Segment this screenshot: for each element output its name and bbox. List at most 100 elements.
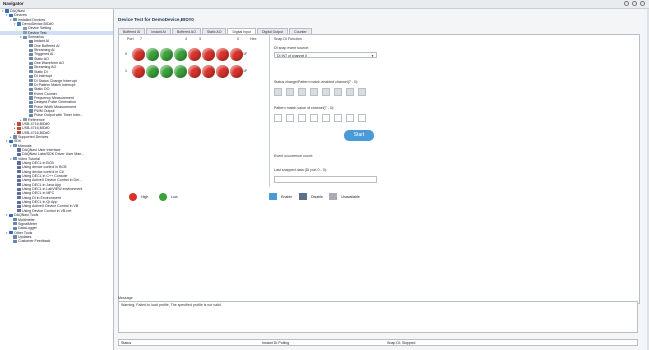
maximize-icon[interactable]	[632, 1, 637, 6]
tree-node-icon	[29, 91, 33, 96]
legend-enable-label: Enable	[281, 194, 293, 199]
tree-node-icon	[13, 18, 17, 22]
tree-node-icon	[29, 57, 33, 61]
led-indicator	[230, 48, 243, 61]
status-mode: Instant DI Polling	[262, 341, 290, 345]
channel-toggle[interactable]	[274, 114, 282, 122]
status-snap: Snap DI: Stopped	[387, 341, 416, 345]
led-indicator	[146, 65, 159, 78]
navigator-tree[interactable]: ▾ DAQNavi ▾ Devices ▾ Installed Devices ▾ DemoD…	[0, 9, 114, 350]
channel-toggle[interactable]	[310, 114, 318, 122]
channel-toggle[interactable]	[322, 88, 330, 96]
channel-toggle[interactable]	[322, 114, 330, 122]
snap-group-label: Snap DI Function	[274, 37, 302, 41]
tree-node-icon	[17, 126, 21, 130]
channel-toggle[interactable]	[334, 88, 342, 96]
channel-toggle[interactable]	[358, 88, 366, 96]
channel-toggle[interactable]	[310, 88, 318, 96]
tree-item[interactable]: Customer Feedback	[0, 239, 113, 243]
tree-node-icon	[23, 118, 27, 122]
tree-node-icon	[13, 157, 17, 161]
legend-unavailable: Unavailable	[329, 193, 379, 201]
change-channels-label: Status change/Pattern match enabled chan…	[274, 80, 359, 84]
channel-toggle[interactable]	[298, 114, 306, 122]
tree-node-icon	[9, 139, 13, 143]
tree-node-icon	[13, 235, 17, 239]
tree-node-icon	[13, 239, 17, 243]
tree-node-icon	[29, 48, 33, 52]
tree-node-icon	[9, 230, 13, 235]
window-title: Navigator	[3, 1, 24, 6]
port-row: 1 1F	[125, 64, 265, 80]
channel-toggle[interactable]	[298, 88, 306, 96]
main-content: Device Test for DemoDevice,BID#0 Buffere…	[114, 9, 647, 350]
tree-node-icon	[13, 222, 17, 226]
close-icon[interactable]	[640, 1, 645, 6]
low-led-icon	[159, 193, 167, 201]
port-number: 0	[125, 52, 127, 56]
last-snapped-field[interactable]	[274, 176, 377, 183]
led-indicator	[230, 65, 243, 78]
tree-node-icon	[9, 13, 13, 17]
tree-node-icon	[29, 83, 33, 87]
tree-node-icon	[23, 26, 27, 31]
last-snapped-label: Last snapped data (DI port 0 - 0):	[274, 168, 327, 172]
port-number: 1	[125, 69, 127, 73]
tree-node-icon	[29, 113, 33, 117]
led-indicator	[216, 65, 229, 78]
tree-node-icon	[17, 161, 21, 165]
message-box[interactable]: Warning: Failed to load profile, The spe…	[118, 301, 638, 333]
tree-node-icon	[17, 174, 21, 178]
tree-node-icon	[29, 65, 33, 70]
tree-node-icon	[23, 31, 27, 35]
port-hex-value: 1F	[243, 52, 248, 56]
tree-node-icon	[29, 100, 33, 104]
tree-item-label: Customer Feedback	[17, 239, 51, 244]
bit3-header: 3	[199, 37, 201, 41]
tree-node-icon	[17, 183, 21, 187]
page-title: Device Test for DemoDevice,BID#0	[118, 17, 194, 22]
led-indicator	[202, 65, 215, 78]
tree-node-icon	[17, 122, 21, 126]
channel-toggle[interactable]	[286, 88, 294, 96]
tree-node-icon	[29, 105, 33, 109]
tree-node-icon	[17, 196, 21, 200]
tree-node-icon	[9, 213, 13, 217]
tree-node-icon	[17, 178, 21, 183]
tree-node-icon	[13, 217, 17, 222]
led-indicator	[202, 48, 215, 61]
tree-node-icon	[29, 52, 33, 57]
channel-toggle[interactable]	[334, 114, 342, 122]
unavailable-icon	[329, 193, 337, 200]
channel-toggle[interactable]	[286, 114, 294, 122]
tree-node-icon	[17, 131, 21, 135]
pattern-value-label: Pattern match value of channel(7 - 0):	[274, 106, 335, 110]
channel-toggle[interactable]	[346, 114, 354, 122]
legend-low: Low	[159, 193, 199, 201]
channel-toggle[interactable]	[358, 114, 366, 122]
tree-node-icon	[17, 200, 21, 204]
snap-source-select[interactable]: DI INT of channel 0 ▼	[274, 52, 377, 58]
snap-source-value: DI INT of channel 0	[277, 54, 308, 58]
tree-node-icon	[13, 144, 17, 148]
snap-di-panel: Snap DI Function DI snap event source: D…	[269, 35, 381, 187]
tree-node-icon	[13, 135, 17, 139]
led-indicator	[160, 48, 173, 61]
tree-node-icon	[29, 39, 33, 44]
legend-low-label: Low	[171, 194, 178, 199]
legend-unavailable-label: Unavailable	[341, 194, 360, 199]
tree-node-icon	[29, 87, 33, 91]
message-header: Message	[118, 296, 133, 300]
tree-node-icon	[17, 170, 21, 174]
tree-node-icon	[17, 152, 21, 156]
channel-toggle[interactable]	[346, 88, 354, 96]
tree-node-icon	[29, 78, 33, 83]
tree-node-icon	[17, 148, 21, 152]
window-controls	[624, 1, 645, 6]
led-indicator	[174, 48, 187, 61]
enable-icon	[269, 193, 277, 200]
minimize-icon[interactable]	[624, 1, 629, 6]
legend-disable-label: Disable	[311, 194, 323, 199]
channel-toggle[interactable]	[274, 88, 282, 96]
start-button[interactable]: Start	[344, 130, 374, 141]
